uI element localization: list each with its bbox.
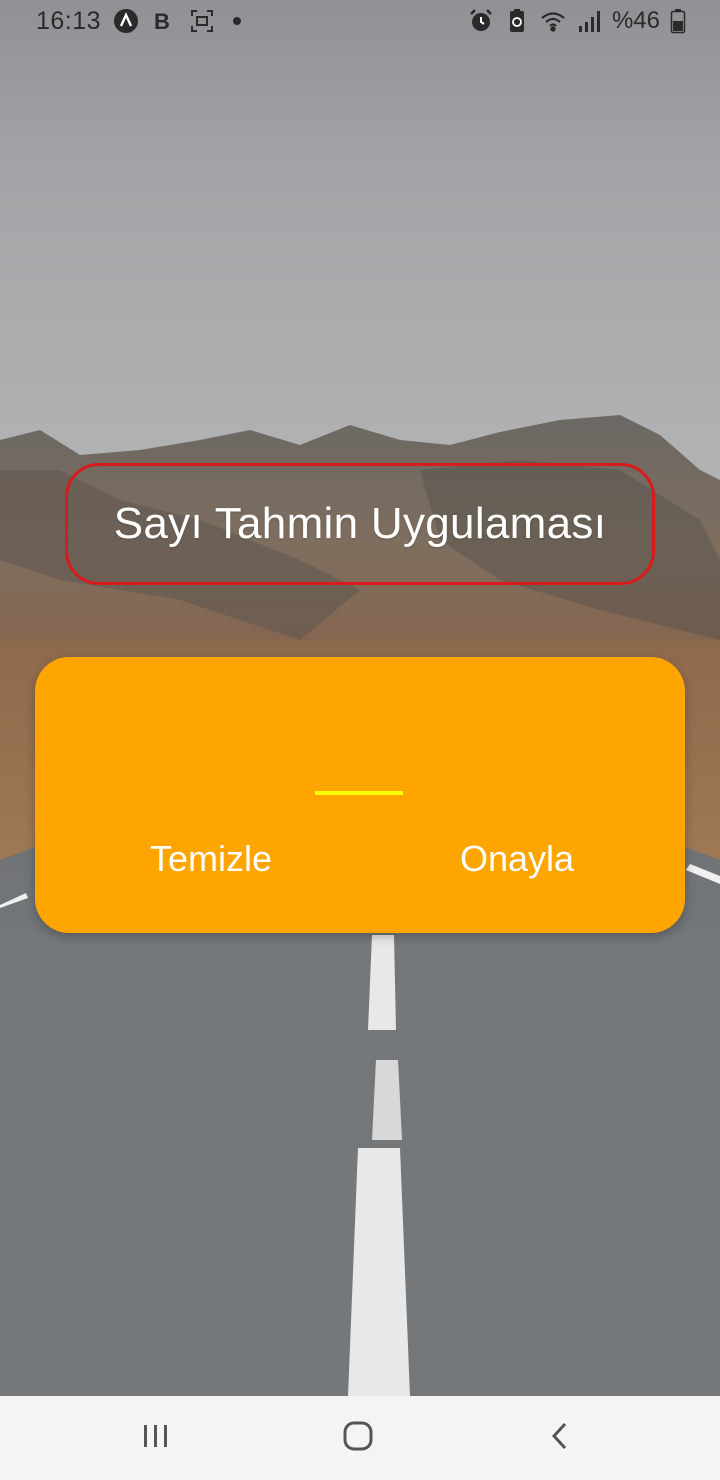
- recent-apps-icon: [142, 1423, 170, 1454]
- app-title: Sayı Tahmin Uygulaması: [113, 499, 607, 548]
- alarm-icon: [468, 8, 494, 34]
- svg-text:B: B: [154, 9, 170, 34]
- recent-apps-button[interactable]: [134, 1418, 178, 1458]
- back-button[interactable]: [538, 1418, 582, 1458]
- wifi-icon: [540, 8, 566, 34]
- battery-percentage: %46: [611, 7, 660, 34]
- guess-card: Temizle Onayla: [35, 657, 685, 933]
- confirm-button[interactable]: Onayla: [443, 833, 591, 885]
- battery-icon: [670, 8, 686, 34]
- guess-input[interactable]: [315, 755, 403, 795]
- status-left-group: 16:13 B: [36, 6, 253, 36]
- home-button[interactable]: [336, 1418, 380, 1458]
- status-time: 16:13: [36, 6, 102, 35]
- clear-button[interactable]: Temizle: [135, 833, 287, 885]
- home-icon: [342, 1420, 374, 1457]
- navigation-icon: [113, 8, 139, 34]
- app-screen: 16:13 B %46 Sayı Tahmin Uygulaması Temiz…: [0, 0, 720, 1480]
- screenshot-icon: [189, 8, 215, 34]
- dot-icon: [227, 8, 253, 34]
- navigation-bar: [0, 1396, 720, 1480]
- back-icon: [549, 1420, 571, 1457]
- title-container: Sayı Tahmin Uygulaması: [65, 463, 655, 585]
- status-bar: 16:13 B %46: [0, 0, 720, 44]
- signal-icon: [576, 8, 602, 34]
- b-icon: B: [151, 8, 177, 34]
- status-right-group: %46: [468, 6, 686, 36]
- battery-saver-icon: [504, 8, 530, 34]
